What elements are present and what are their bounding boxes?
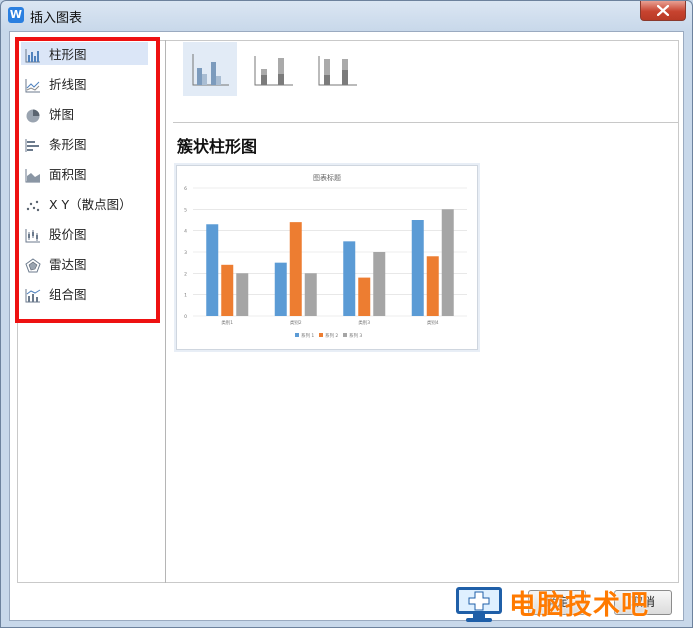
legend-swatch (319, 333, 323, 337)
stacked-column-option[interactable] (247, 42, 301, 96)
y-tick-label: 2 (184, 271, 187, 277)
chart-bar (373, 252, 386, 316)
sidebar-item-bar[interactable]: 条形图 (19, 131, 154, 161)
insert-chart-dialog: W 插入图表 柱形图 折线图 饼图 条形图 面积图 X Y（散点图） 股价图 雷… (0, 0, 693, 628)
scatter-chart-icon (26, 200, 40, 212)
x-tick-label: 类别2 (290, 319, 302, 326)
percent-stacked-column-icon (318, 56, 357, 86)
chart-type-list: 柱形图 折线图 饼图 条形图 面积图 X Y（散点图） 股价图 雷达图 组合图 (19, 41, 154, 311)
pie-chart-icon (26, 109, 40, 123)
sidebar-item-radar[interactable]: 雷达图 (19, 251, 154, 281)
sidebar-item-label: 股价图 (49, 227, 87, 242)
chart-bar (426, 256, 439, 316)
sidebar-item-label: 条形图 (49, 137, 87, 152)
sidebar-item-label: 折线图 (49, 77, 87, 92)
sidebar-item-label: 饼图 (49, 107, 75, 122)
sidebar-item-stock[interactable]: 股价图 (19, 221, 154, 251)
dialog-title: 插入图表 (30, 11, 83, 26)
sidebar-item-scatter[interactable]: X Y（散点图） (19, 191, 154, 221)
chart-bar (343, 241, 356, 316)
chart-preview[interactable]: 图表标题 0 1 2 3 4 5 6 类别1 类别2 类别3 类别4 系列 1 系列 2 系列 3 (176, 165, 478, 350)
x-tick-label: 类别3 (358, 319, 370, 326)
close-icon (657, 5, 669, 16)
y-tick-label: 4 (184, 229, 187, 235)
chart-title: 图表标题 (313, 173, 341, 182)
legend-label: 系列 2 (325, 332, 338, 339)
title-bar[interactable]: W 插入图表 (1, 1, 692, 29)
chart-bar (304, 273, 317, 316)
combo-chart-icon (25, 289, 41, 303)
sidebar-item-pie[interactable]: 饼图 (19, 101, 154, 131)
chart-bar (358, 277, 371, 316)
legend-label: 系列 1 (301, 332, 314, 339)
column-chart-icon (25, 49, 40, 63)
close-button[interactable] (640, 1, 686, 21)
chart-bar (274, 262, 287, 316)
monitor-logo-icon (456, 587, 502, 622)
sidebar-item-label: X Y（散点图） (49, 197, 132, 212)
y-tick-label: 3 (184, 250, 187, 256)
chart-bar (441, 209, 454, 316)
sidebar-item-line[interactable]: 折线图 (19, 71, 154, 101)
watermark-text: 电脑技术吧 (509, 590, 649, 621)
y-tick-label: 0 (184, 314, 187, 320)
chart-subtype-title: 簇状柱形图 (177, 137, 258, 156)
clustered-column-icon (192, 54, 229, 86)
chart-bar (289, 222, 302, 316)
stacked-column-icon (254, 56, 293, 86)
sidebar-item-column[interactable]: 柱形图 (19, 41, 154, 71)
clustered-column-option[interactable] (183, 42, 237, 96)
sidebar-item-area[interactable]: 面积图 (19, 161, 154, 191)
bar-chart-icon (25, 139, 39, 152)
area-chart-icon (25, 169, 40, 183)
section-separator (173, 122, 678, 123)
wps-app-icon: W (8, 7, 24, 23)
sidebar-item-label: 组合图 (49, 287, 87, 302)
x-tick-label: 类别1 (221, 319, 233, 326)
radar-chart-icon (25, 258, 41, 273)
stock-chart-icon (25, 229, 40, 243)
site-watermark: 电脑技术吧 (453, 581, 693, 625)
line-chart-icon (25, 79, 40, 93)
legend-swatch (295, 333, 299, 337)
sidebar-item-combo[interactable]: 组合图 (19, 281, 154, 311)
sidebar-item-label: 柱形图 (49, 47, 87, 62)
y-tick-label: 1 (184, 293, 187, 299)
sidebar-item-label: 雷达图 (49, 257, 87, 272)
percent-stacked-column-option[interactable] (311, 42, 365, 96)
legend-swatch (343, 333, 347, 337)
y-tick-label: 5 (184, 207, 187, 213)
chart-bar (206, 224, 219, 316)
chart-preview-svg: 图表标题 0 1 2 3 4 5 6 类别1 类别2 类别3 类别4 系列 1 系列 2 系列 3 (184, 173, 467, 339)
sidebar-item-label: 面积图 (49, 167, 87, 182)
x-tick-label: 类别4 (427, 319, 439, 326)
chart-bar (411, 220, 424, 316)
chart-bar (221, 264, 234, 316)
legend-label: 系列 3 (349, 332, 362, 339)
dialog-body: 柱形图 折线图 饼图 条形图 面积图 X Y（散点图） 股价图 雷达图 组合图 … (9, 31, 684, 621)
y-tick-label: 6 (184, 186, 187, 192)
chart-bar (236, 273, 249, 316)
